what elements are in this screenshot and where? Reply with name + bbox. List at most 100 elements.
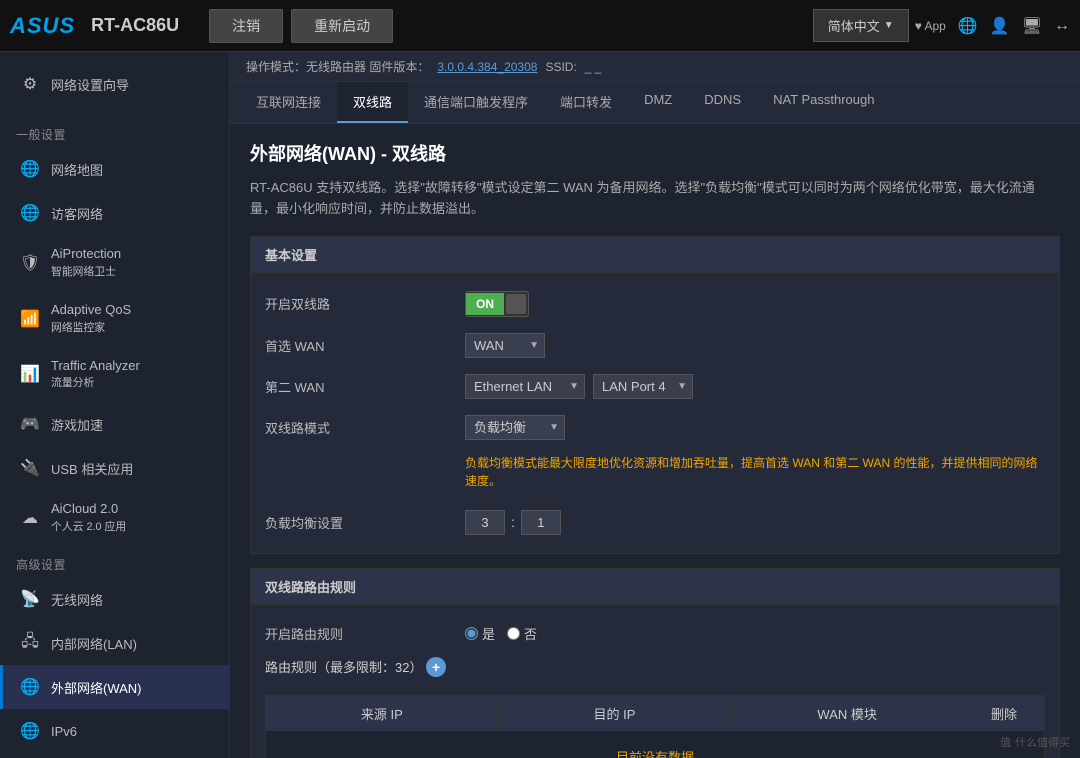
page-title: 外部网络(WAN) - 双线路 — [250, 140, 1060, 166]
routing-radio-yes-label[interactable]: 是 — [465, 624, 495, 643]
balance-input-1[interactable] — [465, 510, 505, 535]
add-rule-prefix: 路由规则（最多限制：32） — [265, 660, 422, 675]
tab-dmz[interactable]: DMZ — [628, 82, 688, 123]
balance-settings-label: 负载均衡设置 — [265, 513, 465, 532]
primary-wan-row: 首选 WAN WAN LAN ▼ — [251, 325, 1059, 366]
sidebar: ⚙ 网络设置向导 一般设置 🌐 网络地图 🌐 访客网络 🛡 AiProtecti… — [0, 52, 230, 758]
register-button[interactable]: 注销 — [209, 9, 283, 43]
routing-radio-yes[interactable] — [465, 627, 478, 640]
globe-icon[interactable]: 🌐 — [958, 16, 978, 36]
sidebar-item-lan[interactable]: 🖧 内部网络(LAN) — [0, 621, 229, 665]
usb-icon: 🔌 — [19, 457, 41, 479]
header-icon-group: ♥ App 🌐 👤 🖥 ↔ — [915, 16, 1070, 36]
enable-routing-row: 开启路由规则 是 否 — [251, 615, 1059, 653]
add-rule-row: 路由规则（最多限制：32） + — [251, 653, 1059, 685]
sidebar-item-network-map[interactable]: 🌐 网络地图 — [0, 147, 229, 191]
tab-internet[interactable]: 互联网连接 — [240, 82, 337, 123]
toggle-on-label: ON — [466, 293, 504, 315]
secondary-wan-select2-wrap[interactable]: LAN Port 4 LAN Port 3 LAN Port 2 LAN Por… — [593, 374, 693, 399]
col-dest-ip: 目的 IP — [499, 696, 732, 731]
asus-logo: ASUS — [10, 13, 75, 39]
col-delete: 删除 — [964, 696, 1044, 731]
secondary-wan-control: Ethernet LAN USB ▼ LAN Port 4 LAN Port 3… — [465, 374, 693, 399]
primary-wan-label: 首选 WAN — [265, 336, 465, 355]
balance-mode-notice: 负载均衡模式能最大限度地优化资源和增加吞吐量，提高首选 WAN 和第二 WAN … — [465, 450, 1045, 494]
secondary-wan-port-select[interactable]: LAN Port 4 LAN Port 3 LAN Port 2 LAN Por… — [593, 374, 693, 399]
restart-button[interactable]: 重新启动 — [291, 9, 393, 43]
language-button[interactable]: 简体中文 ▼ — [813, 9, 909, 42]
game-boost-label: 游戏加速 — [51, 415, 103, 434]
routing-radio-control: 是 否 — [465, 624, 537, 643]
secondary-wan-row: 第二 WAN Ethernet LAN USB ▼ — [251, 366, 1059, 407]
app-icon[interactable]: ♥ App — [915, 19, 946, 33]
secondary-wan-type-select[interactable]: Ethernet LAN USB — [465, 374, 585, 399]
aicloud-icon: ☁ — [19, 507, 41, 529]
setup-wizard-label: 网络设置向导 — [51, 75, 129, 94]
setup-wizard-icon: ⚙ — [19, 73, 41, 95]
tab-ddns[interactable]: DDNS — [688, 82, 757, 123]
primary-wan-select-wrap[interactable]: WAN LAN ▼ — [465, 333, 545, 358]
tab-port-trigger[interactable]: 通信端口触发程序 — [408, 82, 544, 123]
sidebar-item-adaptive-qos[interactable]: 📶 Adaptive QoS网络监控家 — [0, 291, 229, 347]
add-rule-button[interactable]: + — [426, 657, 446, 677]
guest-network-icon: 🌐 — [19, 202, 41, 224]
header-right: 简体中文 ▼ ♥ App 🌐 👤 🖥 ↔ — [813, 9, 1070, 42]
tab-dual-wan[interactable]: 双线路 — [337, 82, 408, 123]
screen-icon[interactable]: 🖥 — [1022, 16, 1042, 36]
user-icon[interactable]: 👤 — [990, 16, 1010, 36]
secondary-wan-select1-wrap[interactable]: Ethernet LAN USB ▼ — [465, 374, 585, 399]
header: ASUS RT-AC86U 注销 重新启动 简体中文 ▼ ♥ App 🌐 👤 🖥… — [0, 0, 1080, 52]
wireless-label: 无线网络 — [51, 590, 103, 609]
usb-label: USB 相关应用 — [51, 459, 133, 478]
routing-rules-body: 开启路由规则 是 否 — [251, 605, 1059, 758]
sidebar-item-usb[interactable]: 🔌 USB 相关应用 — [0, 446, 229, 490]
routing-radio-no-label[interactable]: 否 — [507, 624, 537, 643]
sidebar-item-aicloud[interactable]: ☁ AiCloud 2.0个人云 2.0 应用 — [0, 490, 229, 546]
firmware-link[interactable]: 3.0.0.4.384_20308 — [437, 60, 537, 74]
main-layout: ⚙ 网络设置向导 一般设置 🌐 网络地图 🌐 访客网络 🛡 AiProtecti… — [0, 52, 1080, 758]
sidebar-item-game-boost[interactable]: 🎮 游戏加速 — [0, 402, 229, 446]
toggle-control[interactable]: ON — [465, 291, 529, 317]
sidebar-item-ipv6[interactable]: 🌐 IPv6 — [0, 709, 229, 753]
tab-bar: 互联网连接 双线路 通信端口触发程序 端口转发 DMZ DDNS NAT Pas… — [230, 82, 1080, 124]
enable-dual-label: 开启双线路 — [265, 294, 465, 313]
balance-input-2[interactable] — [521, 510, 561, 535]
balance-inputs-control: : — [465, 510, 561, 535]
wan-label: 外部网络(WAN) — [51, 678, 142, 697]
network-map-icon: 🌐 — [19, 158, 41, 180]
topbar-prefix: 操作模式：无线路由器 固件版本： — [246, 58, 429, 75]
topbar-ssid-val: _ _ — [585, 60, 602, 74]
network-map-label: 网络地图 — [51, 160, 103, 179]
lan-label: 内部网络(LAN) — [51, 634, 137, 653]
wan-icon: 🌐 — [19, 676, 41, 698]
sidebar-item-guest-network[interactable]: 🌐 访客网络 — [0, 191, 229, 235]
lan-icon: 🖧 — [19, 632, 41, 654]
col-source-ip: 来源 IP — [266, 696, 499, 731]
header-buttons: 注销 重新启动 — [209, 9, 393, 43]
watermark-icon: 值 — [1000, 734, 1011, 750]
aiprotection-icon: 🛡 — [19, 252, 41, 274]
tab-port-forward[interactable]: 端口转发 — [544, 82, 628, 123]
link-icon[interactable]: ↔ — [1054, 17, 1070, 35]
sidebar-item-setup-wizard[interactable]: ⚙ 网络设置向导 — [0, 62, 229, 106]
dual-mode-select[interactable]: 负载均衡 故障转移 — [465, 415, 565, 440]
routing-table: 来源 IP 目的 IP WAN 模块 删除 目前没有数据 — [265, 695, 1045, 758]
sidebar-item-wireless[interactable]: 📡 无线网络 — [0, 577, 229, 621]
tab-nat-passthrough[interactable]: NAT Passthrough — [757, 82, 890, 123]
sidebar-item-wan[interactable]: 🌐 外部网络(WAN) — [0, 665, 229, 709]
toggle-slider[interactable] — [506, 294, 526, 314]
sidebar-item-traffic-analyzer[interactable]: 📊 Traffic Analyzer流量分析 — [0, 347, 229, 403]
guest-network-label: 访客网络 — [51, 204, 103, 223]
dual-mode-label: 双线路模式 — [265, 418, 465, 437]
routing-radio-no[interactable] — [507, 627, 520, 640]
routing-rules-header: 双线路路由规则 — [251, 569, 1059, 605]
dual-wan-toggle[interactable]: ON — [465, 291, 529, 317]
lang-arrow-icon: ▼ — [884, 20, 894, 31]
balance-settings-row: 负载均衡设置 : — [251, 502, 1059, 543]
primary-wan-select[interactable]: WAN LAN — [465, 333, 545, 358]
sidebar-item-aiprotection[interactable]: 🛡 AiProtection智能网络卫士 — [0, 235, 229, 291]
dual-mode-select-wrap[interactable]: 负载均衡 故障转移 ▼ — [465, 415, 565, 440]
aicloud-label: AiCloud 2.0个人云 2.0 应用 — [51, 501, 126, 535]
basic-settings-header: 基本设置 — [251, 237, 1059, 273]
sidebar-section-advanced: 高级设置 — [0, 546, 229, 577]
